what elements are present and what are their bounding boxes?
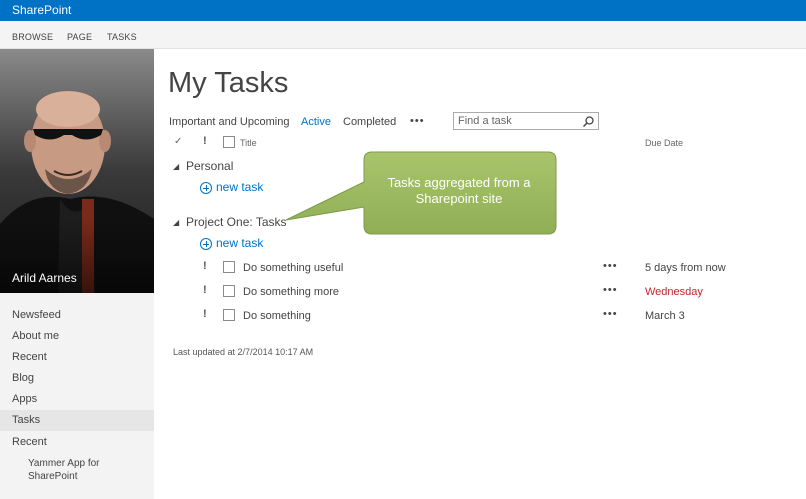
nav-item-apps[interactable]: Apps <box>0 389 154 410</box>
filter-completed[interactable]: Completed <box>343 116 396 128</box>
task-due-date: 5 days from now <box>645 262 726 274</box>
nav-item-recent[interactable]: Recent <box>0 347 154 368</box>
new-task-link[interactable]: new task <box>216 180 263 194</box>
new-task-link[interactable]: new task <box>216 236 263 250</box>
task-more-button[interactable]: ••• <box>603 308 618 320</box>
task-checkbox[interactable] <box>223 309 235 321</box>
task-more-button[interactable]: ••• <box>603 260 618 272</box>
important-icon[interactable]: ! <box>203 284 207 296</box>
profile-photo[interactable]: Arild Aarnes <box>0 49 154 293</box>
nav-item-about-me[interactable]: About me <box>0 326 154 347</box>
nav-item-blog[interactable]: Blog <box>0 368 154 389</box>
suite-bar: SharePoint <box>0 0 806 21</box>
profile-name: Arild Aarnes <box>12 271 77 285</box>
task-checkbox[interactable] <box>223 261 235 273</box>
ribbon-tab-browse[interactable]: BROWSE <box>12 32 53 42</box>
task-more-button[interactable]: ••• <box>603 284 618 296</box>
callout-text: Tasks aggregated from a Sharepoint site <box>387 175 531 206</box>
search-icon[interactable] <box>582 115 595 128</box>
last-updated-text: Last updated at 2/7/2014 10:17 AM <box>173 347 314 357</box>
search-box <box>453 112 599 130</box>
nav-item-tasks[interactable]: Tasks <box>0 410 154 431</box>
group-label-personal[interactable]: Personal <box>186 159 233 173</box>
important-icon[interactable]: ! <box>203 260 207 272</box>
ribbon-tab-tasks[interactable]: TASKS <box>107 32 137 42</box>
column-header-title[interactable]: Title <box>240 138 257 148</box>
task-title[interactable]: Do something useful <box>243 262 343 274</box>
column-header-due-date[interactable]: Due Date <box>645 138 683 148</box>
filters-more-button[interactable]: ••• <box>410 115 425 127</box>
task-due-date: March 3 <box>645 310 685 322</box>
select-all-checkbox[interactable] <box>223 136 235 148</box>
add-circle-icon[interactable] <box>200 182 212 194</box>
task-title[interactable]: Do something more <box>243 286 339 298</box>
page-title: My Tasks <box>168 67 289 99</box>
profile-photo-image <box>0 49 154 293</box>
task-checkbox[interactable] <box>223 285 235 297</box>
filter-important-upcoming[interactable]: Important and Upcoming <box>169 116 289 128</box>
collapse-triangle-icon[interactable]: ◢ <box>173 162 179 171</box>
main-content: My Tasks Important and Upcoming Active C… <box>154 49 806 499</box>
important-icon[interactable]: ! <box>203 308 207 320</box>
nav-subitem-yammer[interactable]: Yammer App for SharePoint <box>28 457 148 483</box>
add-circle-icon[interactable] <box>200 238 212 250</box>
ribbon-tab-page[interactable]: PAGE <box>67 32 92 42</box>
select-all-check-icon[interactable]: ✓ <box>174 136 182 147</box>
group-label-project-one[interactable]: Project One: Tasks <box>186 215 287 229</box>
collapse-triangle-icon[interactable]: ◢ <box>173 218 179 227</box>
ribbon: BROWSE PAGE TASKS <box>0 21 806 49</box>
nav-item-recent-2[interactable]: Recent <box>0 432 154 453</box>
search-input[interactable] <box>454 113 578 129</box>
sidebar: Arild Aarnes Newsfeed About me Recent Bl… <box>0 49 154 499</box>
task-title[interactable]: Do something <box>243 310 311 322</box>
filter-active[interactable]: Active <box>301 116 331 128</box>
nav-item-newsfeed[interactable]: Newsfeed <box>0 305 154 326</box>
important-column-icon: ! <box>203 135 207 147</box>
brand-link[interactable]: SharePoint <box>12 3 71 17</box>
task-due-date: Wednesday <box>645 286 703 298</box>
